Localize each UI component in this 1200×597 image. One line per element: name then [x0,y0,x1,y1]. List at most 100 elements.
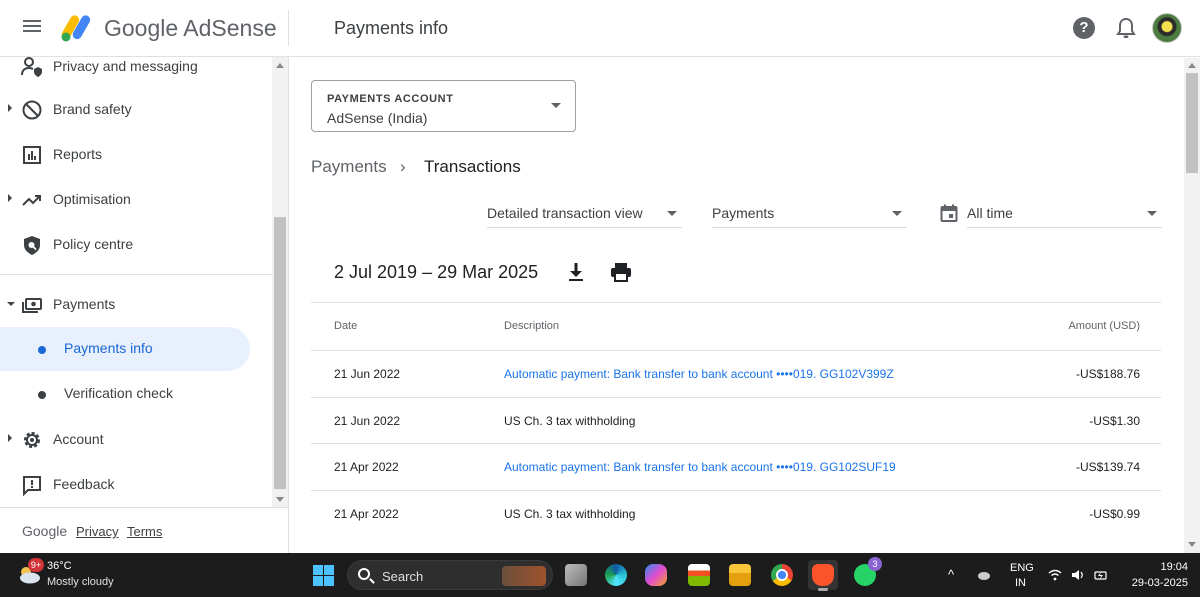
payments-account-select[interactable]: PAYMENTS ACCOUNT AdSense (India) [311,80,576,132]
payments-account-label: PAYMENTS ACCOUNT [327,93,454,105]
onedrive-cloud-icon[interactable] [977,569,991,581]
date-range-select[interactable]: All time [967,198,1162,228]
sidebar-item-payments[interactable]: Payments [0,283,272,327]
language-indicator-bottom[interactable]: IN [1015,577,1026,589]
file-explorer-icon[interactable] [725,560,755,590]
sidebar-item-label: Verification check [64,385,173,401]
taskbar-search-box[interactable]: Search [347,560,553,590]
taskbar-search-placeholder: Search [382,569,424,584]
bar-chart-icon [23,146,41,164]
sidebar-item-policy-centre[interactable]: Policy centre [0,223,272,267]
sidebar-item-label: Privacy and messaging [53,58,198,74]
bullet-dot-icon [38,391,46,399]
dropdown-arrow-icon [892,211,902,216]
scroll-up-arrow-icon[interactable] [276,63,284,68]
transaction-view-value: Detailed transaction view [487,205,643,221]
row-description: US Ch. 3 tax withholding [504,414,636,428]
clock-time[interactable]: 19:04 [1138,561,1188,573]
row-description-link[interactable]: Automatic payment: Bank transfer to bank… [504,460,896,474]
sidebar-item-label: Payments info [64,340,153,356]
row-date: 21 Apr 2022 [334,460,399,474]
sidebar-item-label: Reports [53,146,103,162]
adsense-window: Google AdSense Payments info ? Privacy a… [0,0,1200,553]
column-header-date[interactable]: Date [334,320,357,332]
sidebar-item-label: Payments [53,296,116,312]
sidebar-scrollbar[interactable] [272,57,288,507]
bullet-dot-icon [38,346,46,354]
breadcrumb-payments[interactable]: Payments [311,157,387,177]
volume-icon[interactable] [1071,569,1085,581]
transaction-type-value: Payments [712,205,775,221]
task-view-icon[interactable] [561,560,591,590]
policy-icon [24,236,40,255]
sidebar-item-label: Brand safety [53,101,132,117]
dropdown-arrow-icon [667,211,677,216]
scroll-up-arrow-icon[interactable] [1188,63,1196,68]
wifi-icon[interactable] [1048,569,1062,581]
weather-badge: 9+ [28,558,44,572]
windows-start-icon[interactable] [313,565,334,586]
help-icon[interactable]: ? [1073,17,1095,39]
hamburger-menu-icon[interactable] [20,17,44,39]
sidebar-item-label: Account [53,431,104,447]
search-icon [358,568,370,580]
whatsapp-icon[interactable]: 3 [850,557,882,590]
print-icon[interactable] [610,262,632,282]
expand-caret-icon[interactable] [8,104,12,112]
sidebar-footer: Google Privacy Terms [0,507,288,553]
calendar-icon[interactable] [940,204,958,222]
expand-caret-icon[interactable] [8,434,12,442]
terms-link[interactable]: Terms [127,524,162,539]
expand-caret-icon[interactable] [8,194,12,202]
sidebar-item-feedback[interactable]: Feedback [0,463,272,507]
sidebar-item-reports[interactable]: Reports [0,133,272,177]
main-content: PAYMENTS ACCOUNT AdSense (India) Payment… [290,58,1184,553]
transaction-view-select[interactable]: Detailed transaction view [487,198,682,228]
chrome-browser-icon[interactable] [767,560,797,590]
transaction-type-select[interactable]: Payments [712,198,907,228]
date-range-heading: 2 Jul 2019 – 29 Mar 2025 [334,262,539,282]
download-icon[interactable] [567,262,585,282]
brand-name: Google AdSense [104,15,277,41]
scrollbar-thumb[interactable] [274,217,286,489]
sidebar-item-privacy-and-messaging[interactable]: Privacy and messaging [0,45,272,89]
table-row: 21 Jun 2022 Automatic payment: Bank tran… [311,350,1161,397]
sidebar-divider [0,274,272,275]
sidebar-item-brand-safety[interactable]: Brand safety [0,88,272,132]
scroll-down-arrow-icon[interactable] [276,497,284,502]
column-header-description: Description [504,320,560,332]
breadcrumb-transactions: Transactions [424,157,521,176]
privacy-link[interactable]: Privacy [76,524,119,539]
brave-browser-icon[interactable] [808,560,838,591]
row-amount: -US$188.76 [1075,367,1140,381]
battery-charging-icon[interactable] [1094,569,1108,581]
windows-taskbar: 9+ 36°C Mostly cloudy Search 3 ^ ENG IN … [0,553,1200,597]
weather-description[interactable]: Mostly cloudy [47,576,114,588]
microsoft-store-icon[interactable] [684,560,714,590]
row-date: 21 Jun 2022 [334,414,401,428]
sidebar-item-verification-check[interactable]: Verification check [0,372,272,416]
copilot-icon[interactable] [641,560,671,590]
language-indicator-top[interactable]: ENG [1010,562,1034,574]
scroll-down-arrow-icon[interactable] [1188,542,1196,547]
clock-date[interactable]: 29-03-2025 [1122,577,1188,589]
person-shield-icon [21,57,42,77]
column-header-amount: Amount (USD) [1068,320,1140,332]
collapse-caret-icon[interactable] [7,302,15,306]
sidebar: Privacy and messaging Brand safety Repor… [0,57,289,553]
scrollbar-thumb[interactable] [1186,73,1198,173]
payments-account-value: AdSense (India) [327,110,428,126]
sidebar-item-account[interactable]: Account [0,418,272,462]
page-scrollbar[interactable] [1184,58,1200,553]
edge-browser-icon[interactable] [601,560,631,590]
weather-temperature[interactable]: 36°C [47,560,72,572]
account-avatar[interactable] [1152,13,1182,43]
sidebar-item-payments-info[interactable]: Payments info [0,327,250,371]
sidebar-item-optimisation[interactable]: Optimisation [0,178,272,222]
show-hidden-icons-chevron-icon[interactable]: ^ [948,567,954,582]
table-row: 21 Apr 2022 Automatic payment: Bank tran… [311,443,1161,490]
page-title: Payments info [334,18,449,38]
row-description-link[interactable]: Automatic payment: Bank transfer to bank… [504,367,894,381]
notifications-bell-icon[interactable] [1115,16,1137,40]
table-row: 21 Apr 2022 US Ch. 3 tax withholding -US… [311,490,1161,537]
